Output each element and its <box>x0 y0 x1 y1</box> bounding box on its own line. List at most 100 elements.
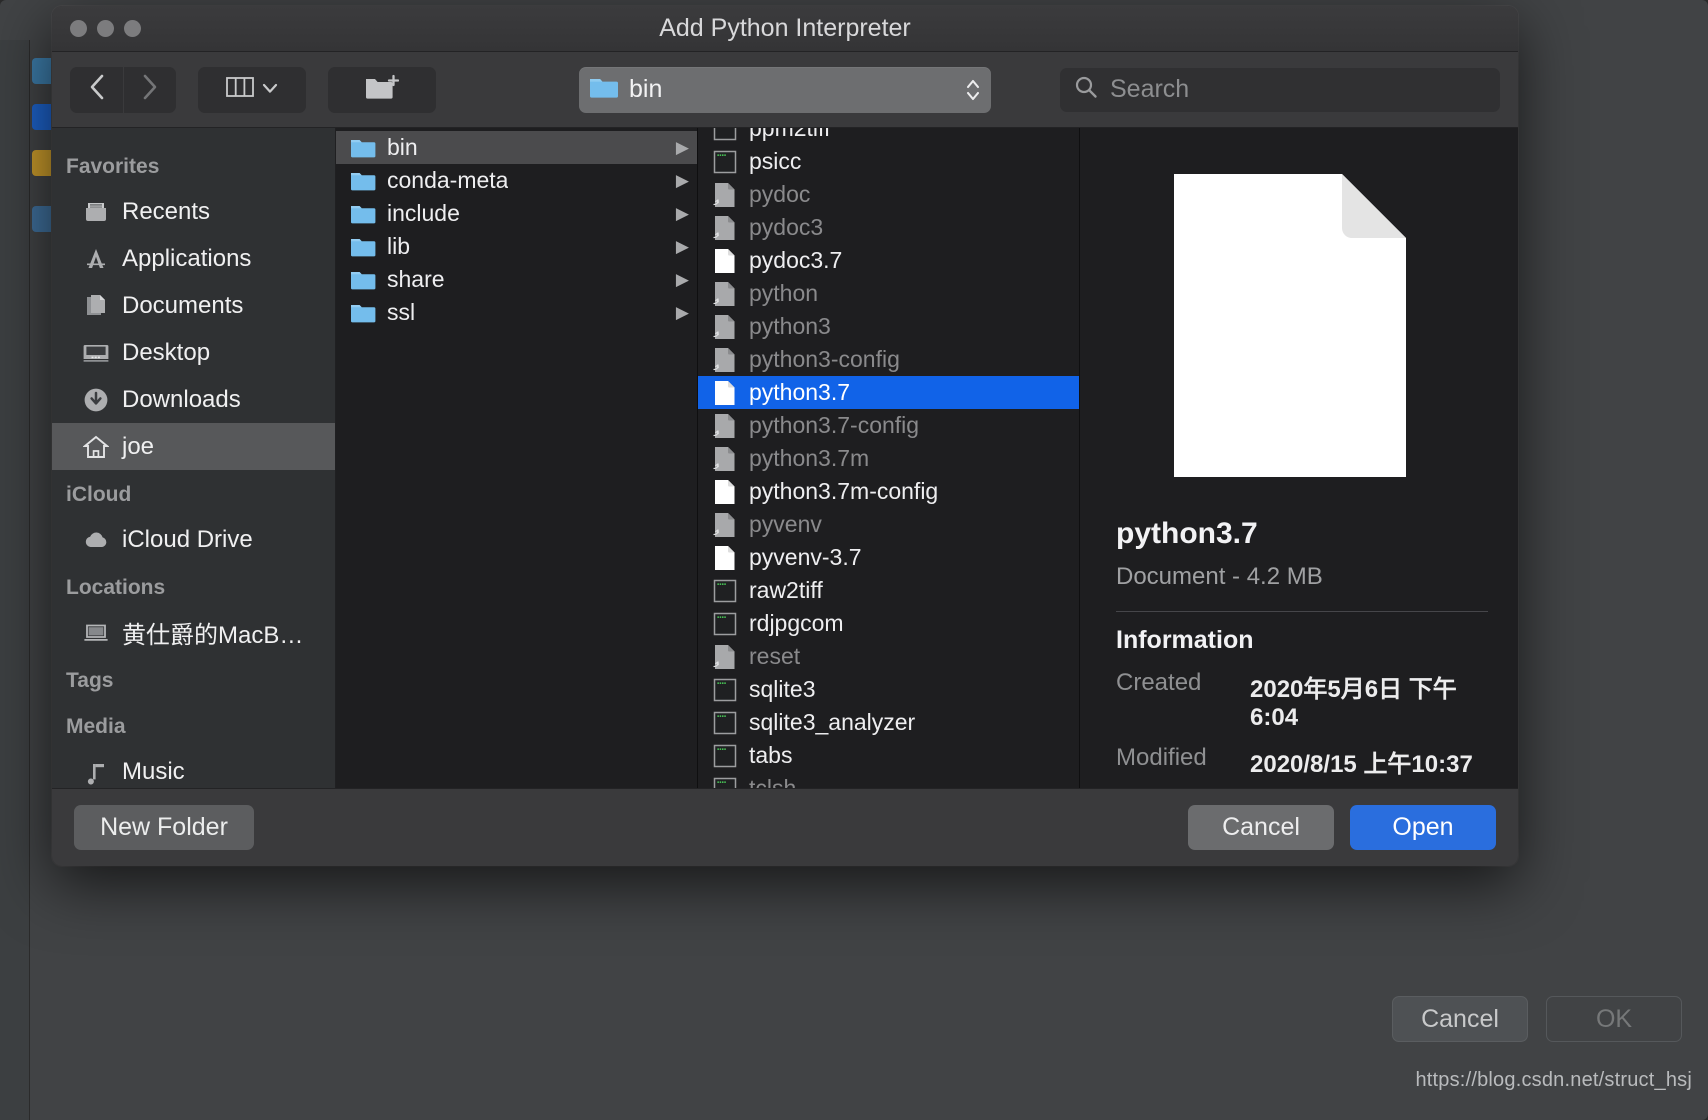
sheet-footer: New Folder Cancel Open <box>52 788 1518 866</box>
forward-button[interactable] <box>123 67 176 113</box>
folder-icon <box>350 168 376 194</box>
cancel-button[interactable]: Cancel <box>1188 805 1334 850</box>
sidebar-section-header: Locations <box>52 563 335 609</box>
disclosure-triangle-icon[interactable]: ▶ <box>676 171 689 191</box>
file-name-label: tclsh <box>749 775 796 788</box>
documents-icon <box>83 293 109 319</box>
sidebar-item-label: Desktop <box>122 339 210 367</box>
file-row[interactable]: conda-meta ▶ <box>336 164 697 197</box>
recents-icon <box>83 199 109 225</box>
file-name-label: rdjpgcom <box>749 610 844 637</box>
sidebar-item-label: Documents <box>122 292 243 320</box>
file-name-label: conda-meta <box>387 167 508 194</box>
disclosure-triangle-icon[interactable]: ▶ <box>676 237 689 257</box>
sidebar-item-joe[interactable]: joe <box>52 423 335 470</box>
file-name-label: sqlite3_analyzer <box>749 709 915 736</box>
view-mode-group <box>198 67 306 113</box>
back-button[interactable] <box>70 67 123 113</box>
file-row[interactable]: pydoc <box>698 178 1079 211</box>
preview-information-heading: Information <box>1116 626 1488 655</box>
open-button[interactable]: Open <box>1350 805 1496 850</box>
sidebar-item-label: 黄仕爵的MacB… <box>122 615 303 650</box>
file-row[interactable]: share ▶ <box>336 263 697 296</box>
new-folder-button[interactable]: New Folder <box>74 805 254 850</box>
sidebar-item-macb[interactable]: 黄仕爵的MacB… <box>52 609 335 656</box>
column-view-button[interactable] <box>198 67 306 113</box>
preview-file-name: python3.7 <box>1116 517 1488 551</box>
file-row[interactable]: python3.7m-config <box>698 475 1079 508</box>
search-input[interactable] <box>1110 75 1486 104</box>
file-row[interactable]: tclsh <box>698 772 1079 788</box>
file-row[interactable]: ssl ▶ <box>336 296 697 329</box>
file-row[interactable]: include▶ <box>336 197 697 230</box>
folder-column-1[interactable]: bin▶conda-meta▶include▶lib▶share▶ssl▶ <box>336 128 698 788</box>
file-row[interactable]: python <box>698 277 1079 310</box>
disclosure-triangle-icon[interactable]: ▶ <box>676 138 689 158</box>
executable-icon <box>712 149 738 175</box>
executable-icon <box>712 128 738 142</box>
cloud-icon <box>83 527 109 553</box>
file-row[interactable]: pyvenv-3.7 <box>698 541 1079 574</box>
preview-info-key: Modified <box>1116 744 1234 779</box>
file-row[interactable]: lib ▶ <box>336 230 697 263</box>
new-folder-group <box>328 67 436 113</box>
ide-sidebar-strip <box>0 40 30 1120</box>
sidebar-item-label: Downloads <box>122 386 241 414</box>
path-popup-button[interactable]: bin <box>579 67 991 113</box>
sidebar-item-label: joe <box>122 433 154 461</box>
file-row[interactable]: python3.7m <box>698 442 1079 475</box>
file-row[interactable]: raw2tiff <box>698 574 1079 607</box>
preview-pane: python3.7 Document - 4.2 MB Information … <box>1080 128 1518 788</box>
disclosure-triangle-icon[interactable]: ▶ <box>676 204 689 224</box>
document-icon <box>712 380 738 406</box>
alias-document-icon <box>712 347 738 373</box>
music-note-icon <box>83 759 109 785</box>
ide-cancel-button[interactable]: Cancel <box>1392 996 1528 1042</box>
sidebar-item-recents[interactable]: Recents <box>52 188 335 235</box>
disclosure-triangle-icon[interactable]: ▶ <box>676 303 689 323</box>
file-row[interactable]: rdjpgcom <box>698 607 1079 640</box>
file-name-label: sqlite3 <box>749 676 815 703</box>
navigation-buttons <box>70 67 176 113</box>
open-file-sheet: Add Python Interpreter <box>52 6 1518 866</box>
file-row[interactable]: ppm2tiff <box>698 128 1079 145</box>
sidebar-item-documents[interactable]: Documents <box>52 282 335 329</box>
disclosure-triangle-icon[interactable]: ▶ <box>676 270 689 290</box>
sidebar-item-desktop[interactable]: Desktop <box>52 329 335 376</box>
search-field[interactable] <box>1060 68 1500 112</box>
file-row[interactable]: bin▶ <box>336 131 697 164</box>
file-row[interactable]: reset <box>698 640 1079 673</box>
file-name-label: ssl <box>387 299 415 326</box>
sheet-body: FavoritesRecentsApplicationsDocumentsDes… <box>52 128 1518 788</box>
file-row[interactable]: pyvenv <box>698 508 1079 541</box>
file-row[interactable]: python3.7 <box>698 376 1079 409</box>
desktop-icon <box>83 340 109 366</box>
preview-info-row: Created2020年5月6日 下午6:04 <box>1116 669 1488 732</box>
executable-icon <box>712 776 738 789</box>
ide-ok-button[interactable]: OK <box>1546 996 1682 1042</box>
preview-info-value: 2020/8/15 上午10:37 <box>1250 744 1473 779</box>
sidebar[interactable]: FavoritesRecentsApplicationsDocumentsDes… <box>52 128 336 788</box>
file-row[interactable]: tabs <box>698 739 1079 772</box>
file-row[interactable]: sqlite3 <box>698 673 1079 706</box>
chevron-left-icon <box>88 73 106 106</box>
sidebar-item-downloads[interactable]: Downloads <box>52 376 335 423</box>
sidebar-item-music[interactable]: Music <box>52 748 335 788</box>
file-row[interactable]: python3-config <box>698 343 1079 376</box>
file-row[interactable]: pydoc3.7 <box>698 244 1079 277</box>
up-down-stepper-icon[interactable] <box>965 77 981 103</box>
sidebar-item-icloud-drive[interactable]: iCloud Drive <box>52 516 335 563</box>
file-row[interactable]: sqlite3_analyzer <box>698 706 1079 739</box>
file-column-2[interactable]: ppm2tiffpsiccpydocpydoc3pydoc3.7pythonpy… <box>698 128 1080 788</box>
file-name-label: pyvenv <box>749 511 822 538</box>
sidebar-section-header: Media <box>52 702 335 748</box>
new-folder-toolbar-button[interactable] <box>328 67 436 113</box>
file-row[interactable]: pydoc3 <box>698 211 1079 244</box>
file-row[interactable]: psicc <box>698 145 1079 178</box>
file-name-label: lib <box>387 233 410 260</box>
file-row[interactable]: python3 <box>698 310 1079 343</box>
file-name-label: share <box>387 266 445 293</box>
file-row[interactable]: python3.7-config <box>698 409 1079 442</box>
sidebar-item-applications[interactable]: Applications <box>52 235 335 282</box>
sheet-titlebar: Add Python Interpreter <box>52 6 1518 52</box>
